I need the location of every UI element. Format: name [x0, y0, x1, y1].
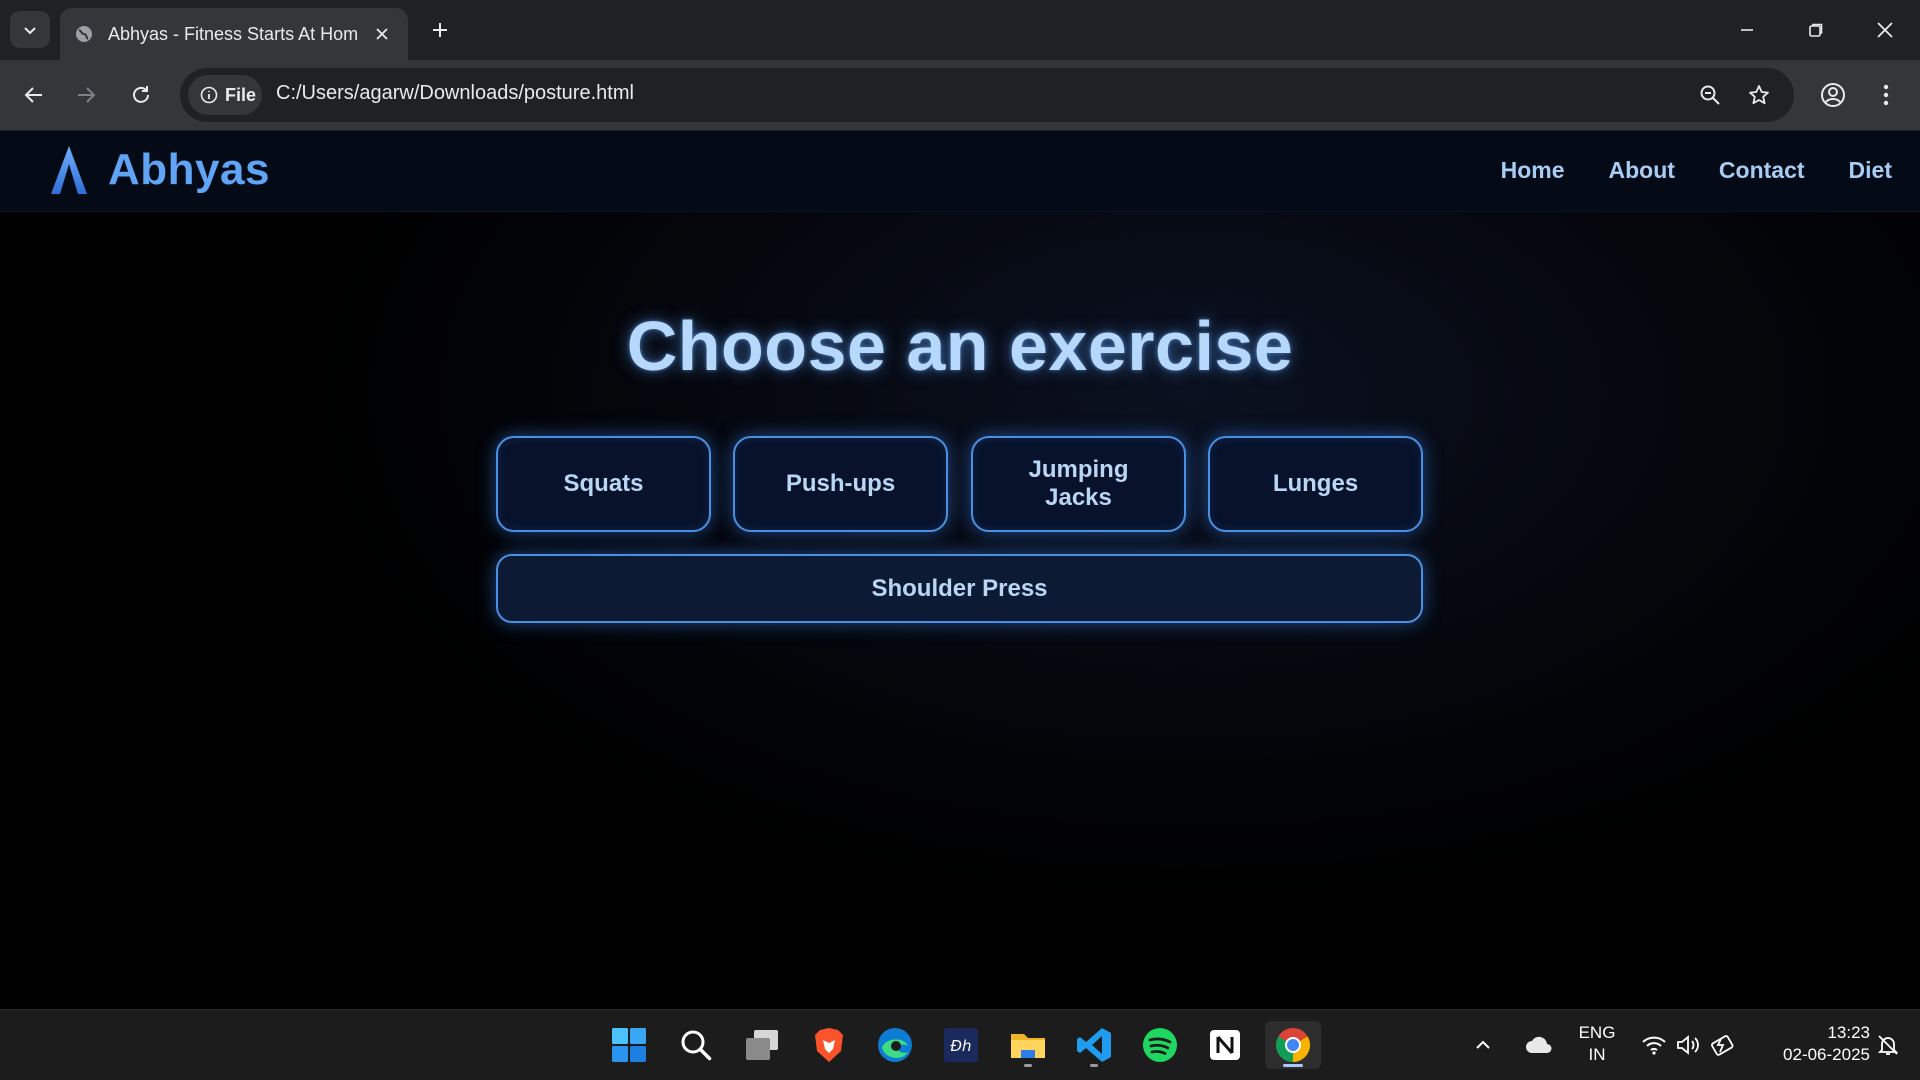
file-explorer-app[interactable]	[1004, 1021, 1052, 1069]
nav-links: Home About Contact Diet	[1501, 157, 1892, 184]
account-icon	[1821, 83, 1845, 107]
url-text[interactable]: C:/Users/agarw/Downloads/posture.html	[276, 82, 634, 105]
onedrive-button[interactable]	[1514, 1021, 1564, 1069]
edge-icon	[878, 1028, 912, 1062]
svg-text:Ɖh: Ɖh	[950, 1037, 971, 1055]
active-indicator	[1283, 1064, 1303, 1067]
web-page: Abhyas Home About Contact Diet Choose an…	[0, 131, 1920, 1009]
minimize-icon	[1741, 29, 1753, 31]
nav-contact[interactable]: Contact	[1719, 157, 1805, 184]
restore-button[interactable]	[1794, 8, 1838, 52]
running-indicator	[1024, 1064, 1032, 1067]
brave-icon	[815, 1028, 843, 1062]
browser-toolbar: File C:/Users/agarw/Downloads/posture.ht…	[0, 60, 1920, 131]
minimize-button[interactable]	[1725, 8, 1769, 52]
back-button[interactable]	[14, 75, 54, 115]
spotify-app[interactable]	[1136, 1021, 1184, 1069]
task-view-icon	[746, 1030, 778, 1060]
brand[interactable]: Abhyas	[48, 145, 270, 195]
info-icon	[200, 86, 218, 104]
close-window-button[interactable]	[1863, 8, 1907, 52]
search-button[interactable]	[672, 1021, 720, 1069]
browser-tab[interactable]: Abhyas - Fitness Starts At Home	[60, 8, 408, 60]
site-info-label: File	[225, 84, 257, 105]
restore-icon	[1809, 23, 1823, 37]
dh-app[interactable]: Ɖh	[937, 1021, 985, 1069]
running-indicator	[1090, 1064, 1098, 1067]
plus-icon	[433, 23, 447, 37]
notifications-button[interactable]	[1868, 1021, 1908, 1069]
cloud-icon	[1526, 1036, 1552, 1053]
star-icon	[1749, 85, 1769, 105]
nav-home[interactable]: Home	[1501, 157, 1565, 184]
nav-diet[interactable]: Diet	[1849, 157, 1892, 184]
search-icon	[681, 1030, 712, 1061]
windows-icon	[612, 1028, 646, 1062]
notion-icon	[1210, 1030, 1240, 1060]
brand-name: Abhyas	[108, 145, 270, 194]
clock-time: 13:23	[1827, 1023, 1870, 1042]
shoulder-press-button[interactable]: Shoulder Press	[496, 554, 1423, 623]
arrow-right-icon	[78, 87, 96, 103]
wifi-icon	[1642, 1036, 1666, 1055]
task-view-button[interactable]	[738, 1021, 786, 1069]
folder-icon	[1011, 1034, 1045, 1058]
chevron-down-icon	[24, 26, 36, 34]
site-navbar: Abhyas Home About Contact Diet	[0, 131, 1920, 212]
profile-button[interactable]	[1813, 75, 1853, 115]
reload-icon	[133, 86, 149, 103]
tab-close-button[interactable]	[370, 22, 394, 46]
chrome-app[interactable]	[1265, 1021, 1321, 1069]
zoom-button[interactable]	[1695, 80, 1725, 110]
nav-about[interactable]: About	[1609, 157, 1675, 184]
edge-app[interactable]	[871, 1021, 919, 1069]
logo-icon	[51, 146, 87, 194]
volume-icon	[1677, 1035, 1699, 1055]
spotify-icon	[1143, 1028, 1177, 1062]
clock[interactable]: 13:23 02-06-2025	[1752, 1022, 1870, 1066]
jumping-jacks-button[interactable]: Jumping Jacks	[971, 436, 1186, 532]
notification-bell-icon	[1877, 1035, 1899, 1055]
squats-button[interactable]: Squats	[496, 436, 711, 532]
forward-button[interactable]	[66, 75, 106, 115]
lunges-button[interactable]: Lunges	[1208, 436, 1423, 532]
show-hidden-icons-button[interactable]	[1467, 1021, 1499, 1069]
tab-search-button[interactable]	[10, 11, 50, 48]
site-info-chip[interactable]: File	[188, 75, 262, 115]
reload-button[interactable]	[121, 75, 161, 115]
new-tab-button[interactable]	[424, 14, 456, 46]
browser-tab-bar: Abhyas - Fitness Starts At Home	[0, 0, 1920, 60]
region-code: IN	[1588, 1045, 1606, 1064]
chevron-up-icon	[1476, 1040, 1490, 1049]
more-vertical-icon	[1883, 84, 1889, 106]
arrow-left-icon	[24, 87, 42, 103]
zoom-icon	[1700, 85, 1720, 105]
chrome-icon	[1276, 1028, 1310, 1062]
language-indicator[interactable]: ENG IN	[1572, 1022, 1622, 1066]
battery-charging-icon	[1711, 1035, 1734, 1056]
dh-app-icon: Ɖh	[944, 1028, 978, 1062]
clock-date: 02-06-2025	[1783, 1045, 1870, 1064]
tab-title: Abhyas - Fitness Starts At Home	[108, 23, 358, 44]
close-icon	[1877, 22, 1893, 38]
brave-app[interactable]	[805, 1021, 853, 1069]
pushups-button[interactable]: Push-ups	[733, 436, 948, 532]
page-title: Choose an exercise	[626, 307, 1294, 385]
close-icon	[376, 28, 388, 40]
start-button[interactable]	[605, 1021, 653, 1069]
vscode-icon	[1077, 1028, 1111, 1062]
notion-app[interactable]	[1201, 1021, 1249, 1069]
address-bar[interactable]: File C:/Users/agarw/Downloads/posture.ht…	[180, 68, 1794, 122]
globe-icon	[76, 26, 92, 42]
browser-menu-button[interactable]	[1866, 75, 1906, 115]
language-code: ENG	[1578, 1023, 1616, 1042]
vscode-app[interactable]	[1070, 1021, 1118, 1069]
bookmark-button[interactable]	[1744, 80, 1774, 110]
taskbar: Ɖh ENG IN 13:23 02-06-2025	[0, 1009, 1920, 1080]
quick-settings-button[interactable]	[1634, 1021, 1742, 1069]
